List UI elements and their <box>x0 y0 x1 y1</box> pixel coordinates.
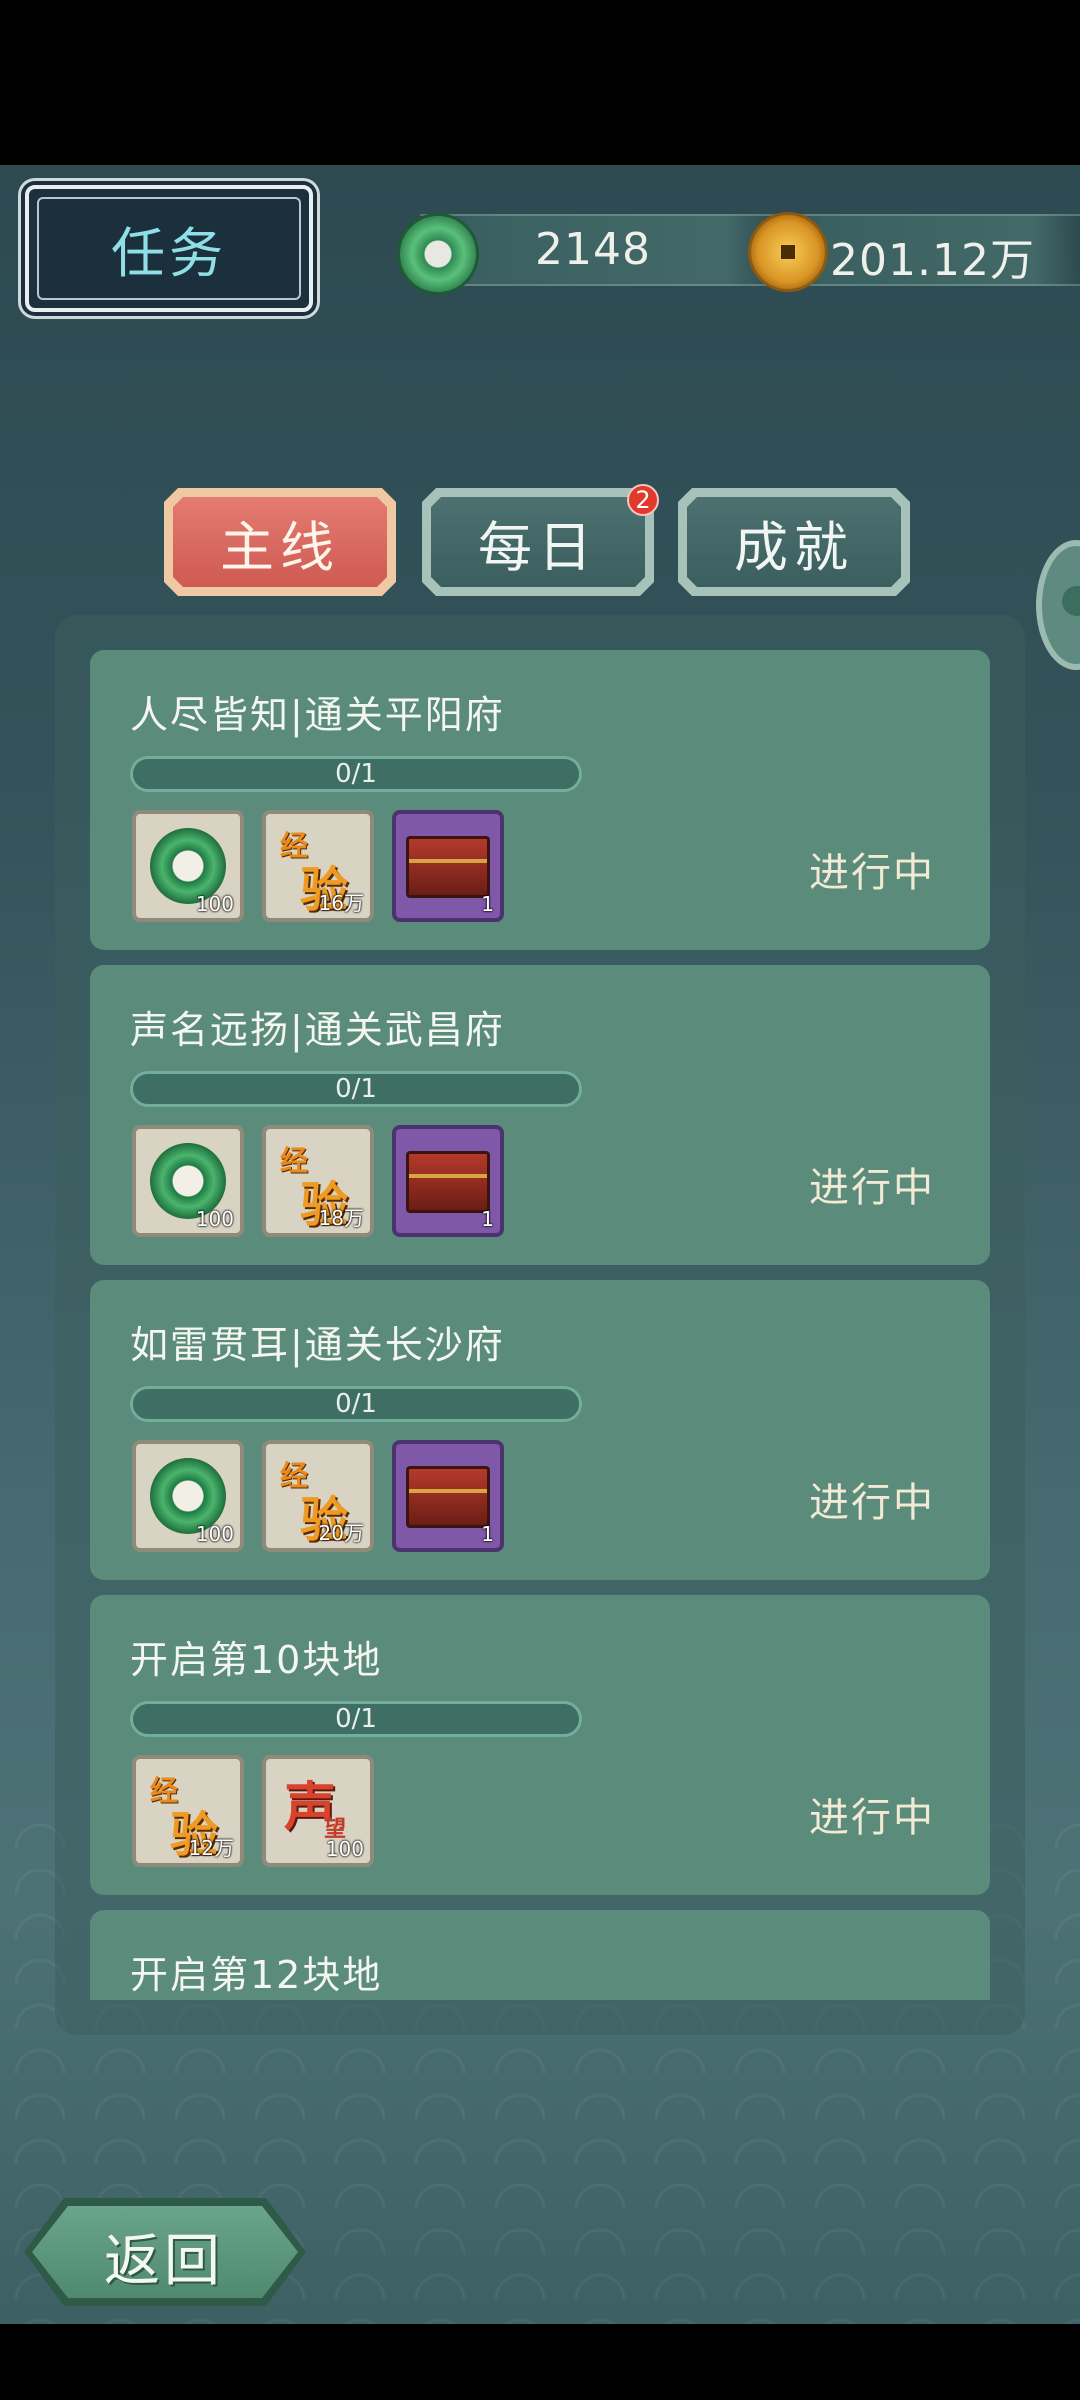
reward-experience[interactable]: 经 验 18万 <box>262 1125 374 1237</box>
system-status-area <box>0 0 1080 165</box>
quest-progress-bar: 0/1 <box>130 756 582 792</box>
reward-qty: 1 <box>481 1207 494 1231</box>
reward-qty: 1 <box>481 1522 494 1546</box>
reward-jade-ring[interactable]: 100 <box>132 810 244 922</box>
quest-title: 开启第10块地 <box>130 1638 383 1682</box>
tab-achievement[interactable]: 成就 <box>678 488 910 596</box>
quest-title: 人尽皆知|通关平阳府 <box>130 693 505 737</box>
treasure-chest-icon <box>406 1466 490 1528</box>
treasure-chest-icon <box>406 1151 490 1213</box>
quest-status: 进行中 <box>809 1795 935 1841</box>
reward-qty: 100 <box>195 1522 234 1546</box>
quest-progress-text: 0/1 <box>335 1074 377 1104</box>
quest-progress-bar: 0/1 <box>130 1386 582 1422</box>
page-title: 任务 <box>111 222 227 285</box>
quest-status: 进行中 <box>809 1165 935 1211</box>
copper-coin-icon <box>748 212 828 292</box>
treasure-chest-icon <box>406 836 490 898</box>
reward-reputation[interactable]: 声 望 100 <box>262 1755 374 1867</box>
coin-amount: 201.12万 <box>830 235 1035 286</box>
quest-title: 开启第12块地 <box>130 1953 383 1997</box>
quest-progress-text: 0/1 <box>335 759 377 789</box>
tab-label: 主线 <box>220 515 340 579</box>
reward-treasure-chest[interactable]: 1 <box>392 1440 504 1552</box>
quest-title: 如雷贯耳|通关长沙府 <box>130 1323 505 1367</box>
quest-list[interactable]: 人尽皆知|通关平阳府 0/1 100 经 验 16万 1 进行中 声名远扬|通关… <box>90 650 990 2000</box>
quest-status: 进行中 <box>809 1480 935 1526</box>
quest-progress-bar: 0/1 <box>130 1071 582 1107</box>
reward-qty: 16万 <box>318 891 364 915</box>
quest-title: 声名远扬|通关武昌府 <box>130 1008 505 1052</box>
page-title-plaque: 任务 <box>25 185 313 312</box>
quest-status: 进行中 <box>809 850 935 896</box>
tab-main-quest[interactable]: 主线 <box>164 488 396 596</box>
tab-label: 每日 <box>478 515 598 579</box>
jade-ring-icon <box>397 213 479 295</box>
jade-amount: 2148 <box>535 224 651 275</box>
reward-jade-ring[interactable]: 100 <box>132 1440 244 1552</box>
quest-card: 人尽皆知|通关平阳府 0/1 100 经 验 16万 1 进行中 <box>90 650 990 950</box>
reward-qty: 100 <box>325 1837 364 1861</box>
quest-progress-text: 0/1 <box>335 1704 377 1734</box>
back-button[interactable]: 返回 <box>24 2198 306 2306</box>
reward-qty: 1 <box>481 892 494 916</box>
notification-badge: 2 <box>627 484 659 516</box>
reward-qty: 20万 <box>318 1521 364 1545</box>
reward-qty: 18万 <box>318 1206 364 1230</box>
back-button-label: 返回 <box>104 2229 224 2294</box>
reward-experience[interactable]: 经 验 20万 <box>262 1440 374 1552</box>
tab-daily[interactable]: 每日 <box>422 488 654 596</box>
quest-card: 开启第10块地 0/1 经 验 12万 声 望 100 进行中 <box>90 1595 990 1895</box>
navigation-bar-area <box>0 2324 1080 2400</box>
quest-card: 声名远扬|通关武昌府 0/1 100 经 验 18万 1 进行中 <box>90 965 990 1265</box>
reward-qty: 12万 <box>188 1836 234 1860</box>
reward-experience[interactable]: 经 验 16万 <box>262 810 374 922</box>
tab-label: 成就 <box>734 515 854 579</box>
quest-card: 开启第12块地 <box>90 1910 990 2000</box>
reward-jade-ring[interactable]: 100 <box>132 1125 244 1237</box>
reward-qty: 100 <box>195 892 234 916</box>
reward-treasure-chest[interactable]: 1 <box>392 1125 504 1237</box>
reward-qty: 100 <box>195 1207 234 1231</box>
reward-experience[interactable]: 经 验 12万 <box>132 1755 244 1867</box>
quest-progress-text: 0/1 <box>335 1389 377 1419</box>
quest-progress-bar: 0/1 <box>130 1701 582 1737</box>
reward-treasure-chest[interactable]: 1 <box>392 810 504 922</box>
quest-card: 如雷贯耳|通关长沙府 0/1 100 经 验 20万 1 进行中 <box>90 1280 990 1580</box>
